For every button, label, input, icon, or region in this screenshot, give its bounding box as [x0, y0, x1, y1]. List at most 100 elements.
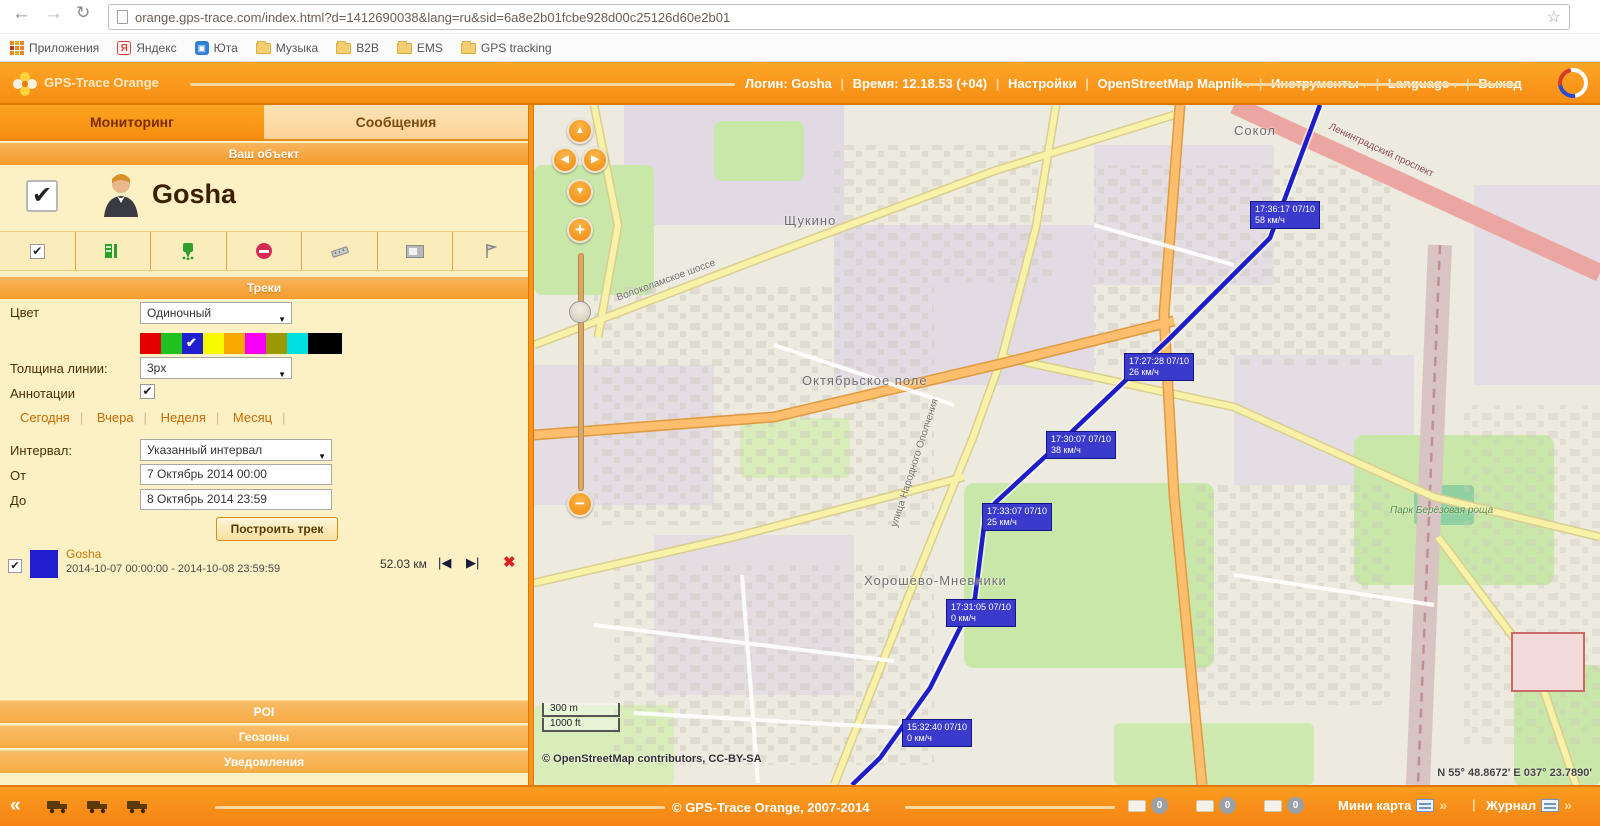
url-text[interactable]: orange.gps-trace.com/index.html?d=141269… [135, 10, 730, 25]
tracks-header[interactable]: Треки [0, 277, 528, 299]
section-notifications[interactable]: Уведомления [0, 750, 528, 773]
back-icon[interactable]: ← [12, 3, 31, 25]
track-marker-button[interactable] [151, 232, 227, 270]
collapse-sidebar-icon[interactable]: « [10, 795, 21, 817]
folder-icon [256, 43, 271, 54]
range-month[interactable]: Месяц [223, 410, 282, 425]
counter-badge: 0 [1151, 797, 1168, 814]
color-mode-select[interactable]: Одиночный ▼ [140, 302, 292, 324]
section-poi[interactable]: POI [0, 700, 528, 723]
check-icon: ✔ [186, 335, 197, 351]
track-color-swatch[interactable] [30, 550, 58, 578]
folder-icon [461, 43, 476, 54]
journal-icon [1541, 799, 1559, 812]
bookmark-uta[interactable]: ▣ Юта [195, 41, 238, 55]
to-date-input[interactable]: 8 Октябрь 2014 23:59 [140, 489, 332, 510]
app-header: GPS-Trace Orange Логин: Gosha | Время: 1… [0, 62, 1600, 105]
range-today[interactable]: Сегодня [10, 410, 80, 425]
phone-icon [1196, 800, 1214, 812]
vehicle-icon[interactable] [46, 798, 70, 814]
color-swatch[interactable] [266, 333, 287, 354]
bookmark-star-icon[interactable]: ☆ [1547, 7, 1561, 27]
bookmark-folder-ems[interactable]: EMS [397, 41, 443, 55]
from-date-input[interactable]: 7 Октябрь 2014 00:00 [140, 464, 332, 485]
zoom-slider-track[interactable] [578, 253, 584, 491]
select-checkbox-button[interactable]: ✔ [0, 232, 76, 270]
next-point-button[interactable]: ▶| [466, 555, 479, 571]
prev-point-button[interactable]: |◀ [438, 555, 451, 571]
delete-track-icon[interactable]: ✖ [503, 553, 516, 571]
time-label: Время: [853, 76, 899, 91]
chevron-right-icon: » [1439, 797, 1447, 813]
color-swatch[interactable] [308, 333, 342, 354]
sidebar-tabs: Мониторинг Сообщения [0, 105, 528, 141]
map-canvas[interactable]: Щукино Сокол Октябрьское поле Хорошево-М… [534, 105, 1600, 785]
disable-button[interactable] [227, 232, 303, 270]
minimap-toggle[interactable]: Мини карта » [1338, 797, 1447, 813]
menu-map-layer[interactable]: OpenStreetMap Mapnik [1098, 76, 1242, 91]
object-toolbar: ✔ [0, 231, 528, 271]
zoom-out-button[interactable]: − [567, 491, 593, 517]
apps-grid-icon [10, 41, 24, 55]
commands-counter[interactable]: 0 [1196, 797, 1236, 814]
vehicle-icon[interactable] [126, 798, 150, 814]
color-swatch[interactable] [203, 333, 224, 354]
track-distance: 52.03 км [380, 557, 427, 571]
vehicle-icon[interactable] [86, 798, 110, 814]
zoom-slider-handle[interactable] [569, 301, 591, 323]
range-week[interactable]: Неделя [151, 410, 216, 425]
report-button[interactable] [76, 232, 152, 270]
journal-toggle[interactable]: Журнал » [1486, 797, 1572, 813]
range-yesterday[interactable]: Вчера [87, 410, 144, 425]
pan-down-button[interactable]: ▼ [567, 179, 593, 205]
time-value: 12.18.53 (+04) [902, 76, 987, 91]
track-period: 2014-10-07 00:00:00 - 2014-10-08 23:59:5… [66, 563, 280, 575]
pan-right-button[interactable]: ▶ [582, 147, 608, 173]
color-swatch[interactable] [161, 333, 182, 354]
color-swatch[interactable] [224, 333, 245, 354]
color-swatch-selected[interactable]: ✔ [182, 333, 203, 354]
bookmark-folder-b2b[interactable]: B2B [336, 41, 379, 55]
track-annotation: 17:30:07 07/1038 км/ч [1046, 431, 1116, 459]
follow-flag-button[interactable] [453, 232, 528, 270]
from-label: От [10, 468, 26, 483]
tab-monitoring[interactable]: Мониторинг [0, 105, 264, 139]
pan-up-button[interactable]: ▲ [567, 118, 593, 144]
thickness-select[interactable]: 3px ▼ [140, 357, 292, 379]
object-checkbox[interactable]: ✔ [26, 180, 58, 212]
photo-button[interactable] [378, 232, 454, 270]
login-value: Gosha [791, 76, 831, 91]
page-icon [117, 10, 128, 24]
bookmark-folder-gps[interactable]: GPS tracking [461, 41, 552, 55]
annotations-checkbox[interactable]: ✔ [140, 384, 155, 399]
interval-select[interactable]: Указанный интервал ▼ [140, 439, 332, 461]
menu-settings[interactable]: Настройки [1008, 76, 1077, 91]
object-name: Gosha [152, 179, 236, 210]
header-divider-line [1238, 83, 1516, 86]
bookmark-apps[interactable]: Приложения [10, 41, 99, 55]
track-checkbox[interactable]: ✔ [8, 559, 22, 573]
header-divider-line [190, 83, 735, 86]
messages-counter[interactable]: 0 [1128, 797, 1168, 814]
spinner-ring-icon [1552, 62, 1594, 104]
address-bar[interactable]: orange.gps-trace.com/index.html?d=141269… [108, 4, 1570, 30]
build-track-button[interactable]: Построить трек [216, 517, 338, 541]
color-swatch[interactable] [287, 333, 308, 354]
color-swatch[interactable] [140, 333, 161, 354]
forward-icon[interactable]: → [44, 3, 63, 25]
tab-messages[interactable]: Сообщения [264, 105, 528, 139]
reload-icon[interactable]: ↻ [76, 3, 90, 23]
sidebar: Мониторинг Сообщения Ваш объект ✔ Gosha … [0, 105, 528, 785]
bookmark-folder-music[interactable]: Музыка [256, 41, 318, 55]
track-row: ✔ Gosha 2014-10-07 00:00:00 - 2014-10-08… [0, 545, 528, 593]
sms-counter[interactable]: 0 [1264, 797, 1304, 814]
folder-icon [397, 43, 412, 54]
pan-left-button[interactable]: ◀ [552, 147, 578, 173]
your-object-header[interactable]: Ваш объект [0, 143, 528, 165]
park-label: Парк Берёзовая роща [1390, 505, 1493, 516]
bookmark-yandex[interactable]: Я Яндекс [117, 41, 176, 55]
measure-button[interactable] [302, 232, 378, 270]
color-swatch[interactable] [245, 333, 266, 354]
zoom-in-button[interactable]: + [567, 217, 593, 243]
section-geofences[interactable]: Геозоны [0, 725, 528, 748]
